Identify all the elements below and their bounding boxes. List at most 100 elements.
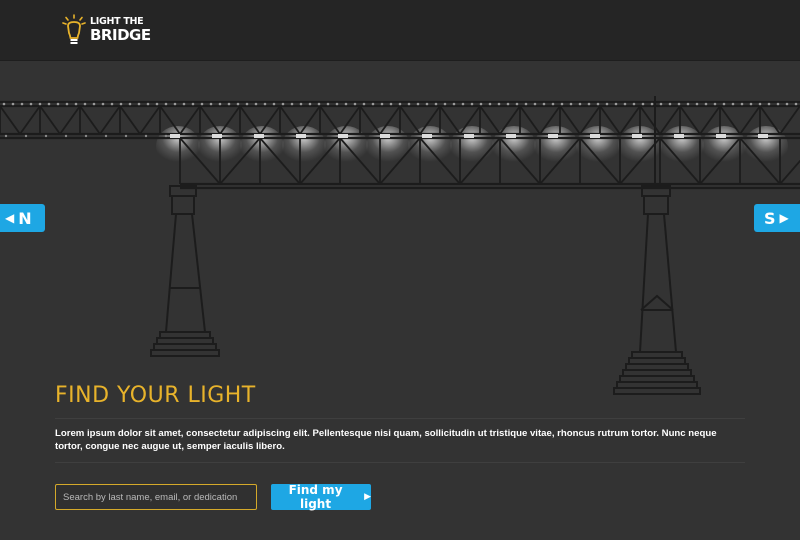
- chord-light: [416, 102, 420, 106]
- chord-light: [425, 102, 429, 106]
- truss-member: [19, 105, 41, 135]
- nav-south-label: S: [764, 208, 776, 228]
- chord-light: [20, 102, 24, 106]
- chord-light: [263, 102, 267, 106]
- truss-member: [99, 105, 121, 135]
- bridge-lamp: [254, 134, 264, 138]
- chord-light: [443, 102, 447, 106]
- chord-light: [335, 102, 339, 106]
- chord-light: [578, 102, 582, 106]
- chord-light: [749, 102, 753, 106]
- truss-member: [39, 105, 61, 135]
- chord-light: [182, 102, 186, 106]
- chord-light: [380, 102, 384, 106]
- top-bar: LIGHT THE BRIDGE: [0, 0, 800, 61]
- chord-light: [407, 102, 411, 106]
- bridge-lamp: [716, 134, 726, 138]
- chord-light: [704, 102, 708, 106]
- chord-light: [362, 102, 366, 106]
- chord-light: [632, 102, 636, 106]
- bridge-lamp: [590, 134, 600, 138]
- chord-light: [173, 102, 177, 106]
- chord-light: [74, 102, 78, 106]
- chord-light: [659, 102, 663, 106]
- chord-light: [461, 102, 465, 106]
- truss-member: [399, 105, 421, 135]
- truss-member: [139, 105, 161, 135]
- chord-light: [24, 134, 28, 138]
- divider-bottom: [55, 462, 745, 463]
- bridge-illustration: [0, 62, 800, 422]
- chord-light: [290, 102, 294, 106]
- arrow-right-icon: ▶: [364, 492, 371, 502]
- chord-light: [587, 102, 591, 106]
- chord-light: [119, 102, 123, 106]
- chord-light: [272, 102, 276, 106]
- chord-light: [326, 102, 330, 106]
- chord-light: [668, 102, 672, 106]
- chord-light: [245, 102, 249, 106]
- nav-north-button[interactable]: ◀ N: [0, 204, 45, 232]
- chord-light: [533, 102, 537, 106]
- bridge-lamp: [674, 134, 684, 138]
- bridge-lamp: [170, 134, 180, 138]
- chord-light: [470, 102, 474, 106]
- chord-light: [2, 102, 6, 106]
- chord-light: [164, 102, 168, 106]
- chord-light: [641, 102, 645, 106]
- chord-light: [353, 102, 357, 106]
- chord-light: [191, 102, 195, 106]
- chord-light: [200, 102, 204, 106]
- chord-light: [722, 102, 726, 106]
- truss-member: [279, 105, 301, 135]
- chord-light: [740, 102, 744, 106]
- chord-light: [569, 102, 573, 106]
- chord-light: [695, 102, 699, 106]
- chord-light: [38, 102, 42, 106]
- chord-light: [785, 102, 789, 106]
- truss-member: [79, 105, 101, 135]
- truss-member: [59, 105, 81, 135]
- chord-light: [605, 102, 609, 106]
- chord-light: [560, 102, 564, 106]
- chord-light: [614, 102, 618, 106]
- chord-light: [488, 102, 492, 106]
- nav-north-label: N: [18, 208, 32, 228]
- chord-light: [128, 102, 132, 106]
- search-input[interactable]: [55, 484, 257, 510]
- logo-text: LIGHT THE BRIDGE: [90, 17, 151, 43]
- chord-light: [92, 102, 96, 106]
- chord-light: [101, 102, 105, 106]
- chord-light: [65, 102, 69, 106]
- chord-light: [794, 102, 798, 106]
- chord-light: [623, 102, 627, 106]
- chord-light: [236, 102, 240, 106]
- chord-light: [686, 102, 690, 106]
- chord-light: [731, 102, 735, 106]
- logo[interactable]: LIGHT THE BRIDGE: [62, 14, 152, 46]
- chord-light: [254, 102, 258, 106]
- find-my-light-button[interactable]: Find my light ▶: [271, 483, 371, 511]
- chord-light: [389, 102, 393, 106]
- chord-light: [308, 102, 312, 106]
- chord-light: [677, 102, 681, 106]
- chord-light: [137, 102, 141, 106]
- arrow-left-icon: ◀: [5, 211, 15, 225]
- nav-south-button[interactable]: S ▶: [754, 204, 800, 232]
- chord-light: [524, 102, 528, 106]
- chord-light: [144, 134, 148, 138]
- logo-line2: BRIDGE: [90, 25, 151, 44]
- chord-light: [542, 102, 546, 106]
- chord-light: [515, 102, 519, 106]
- chord-light: [146, 102, 150, 106]
- chord-light: [596, 102, 600, 106]
- bridge-lamp: [422, 134, 432, 138]
- truss-member: [439, 105, 461, 135]
- chord-light: [758, 102, 762, 106]
- truss-member: [0, 105, 21, 135]
- chord-light: [47, 102, 51, 106]
- chord-light: [155, 102, 159, 106]
- chord-light: [83, 102, 87, 106]
- light-glow: [408, 126, 452, 166]
- chord-light: [29, 102, 33, 106]
